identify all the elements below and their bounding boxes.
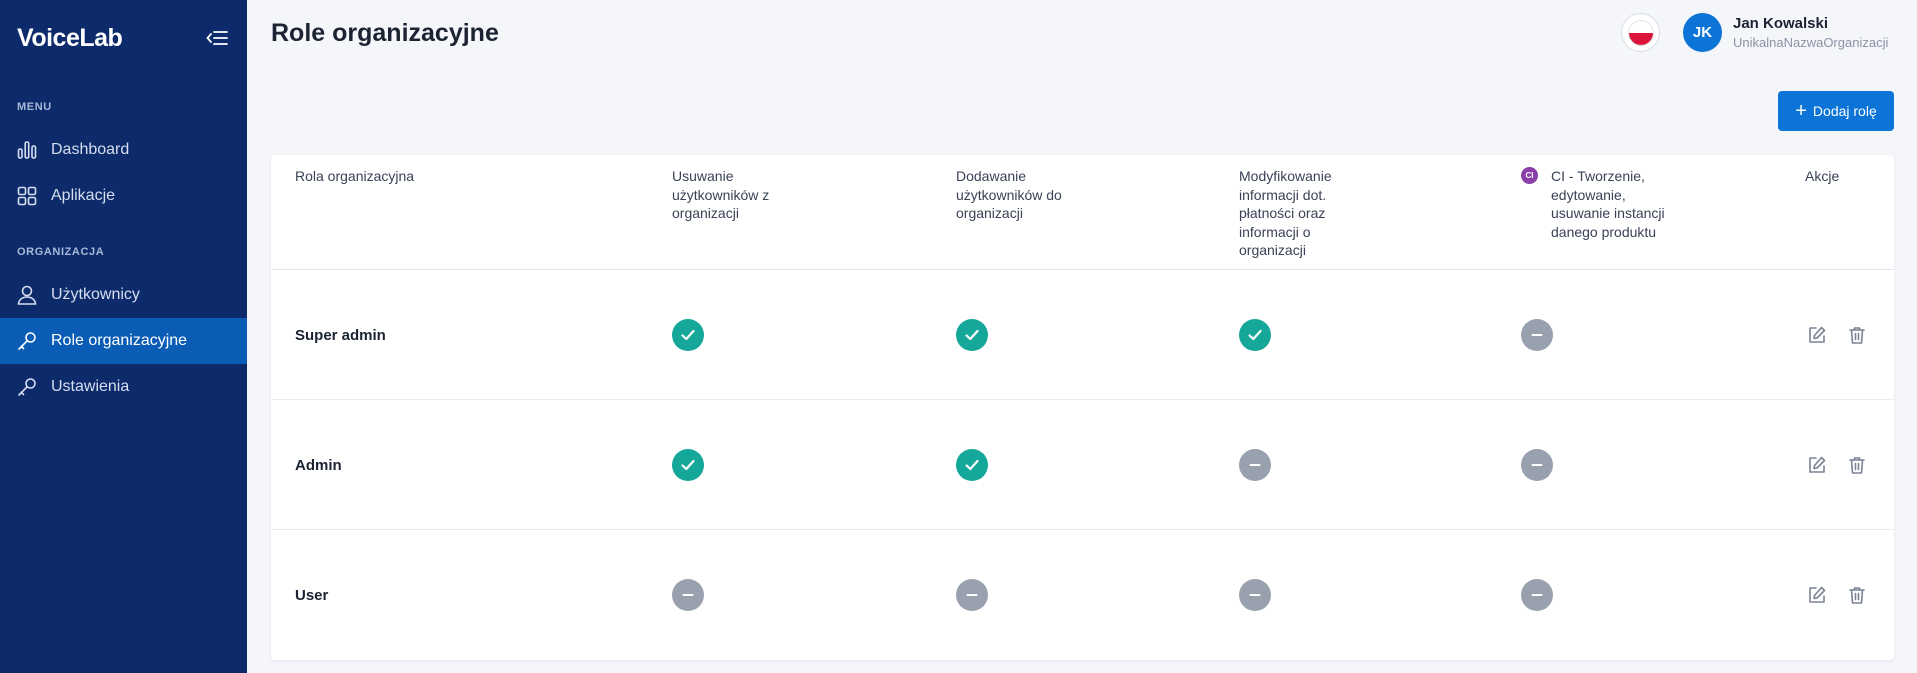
sidebar-item-label: Role organizacyjne xyxy=(51,332,188,349)
trash-icon[interactable] xyxy=(1845,453,1869,477)
organization-name: UnikalnaNazwaOrganizacji xyxy=(1733,35,1889,50)
language-switcher[interactable] xyxy=(1621,13,1660,52)
sidebar-item-label: Aplikacje xyxy=(51,187,116,204)
sidebar-item-label: Użytkownicy xyxy=(51,286,140,303)
role-name: User xyxy=(295,587,329,604)
column-header-actions: Akcje xyxy=(1805,168,1840,184)
avatar[interactable]: JK xyxy=(1683,13,1722,52)
sidebar-item-role-organizacyjne[interactable]: Role organizacyjne xyxy=(0,318,247,364)
row-divider xyxy=(271,529,1894,530)
denied-dash-icon xyxy=(1521,579,1553,611)
sidebar-item-ustawienia[interactable]: Ustawienia xyxy=(0,364,247,410)
denied-dash-icon xyxy=(956,579,988,611)
logo: VoiceLab xyxy=(17,24,123,52)
column-header-add-users: Dodawanie użytkowników do organizacji xyxy=(956,168,1062,221)
trash-icon[interactable] xyxy=(1845,323,1869,347)
user-icon xyxy=(17,285,37,305)
granted-check-icon xyxy=(672,319,704,351)
organization-section-label: ORGANIZACJA xyxy=(17,246,105,258)
sidebar-item-label: Ustawienia xyxy=(51,378,130,395)
key-icon xyxy=(17,331,37,351)
denied-dash-icon xyxy=(1521,449,1553,481)
granted-check-icon xyxy=(1239,319,1271,351)
header-divider xyxy=(271,269,1894,270)
add-role-button[interactable]: + Dodaj rolę xyxy=(1778,91,1894,131)
user-name[interactable]: Jan Kowalski xyxy=(1733,15,1828,32)
edit-icon[interactable] xyxy=(1805,323,1829,347)
granted-check-icon xyxy=(672,449,704,481)
role-name: Super admin xyxy=(295,327,386,344)
trash-icon[interactable] xyxy=(1845,583,1869,607)
plus-icon: + xyxy=(1795,100,1807,122)
denied-dash-icon xyxy=(1521,319,1553,351)
edit-icon[interactable] xyxy=(1805,583,1829,607)
sidebar: VoiceLab MENU Dashboard Aplikacje ORGANI… xyxy=(0,0,247,673)
sidebar-item-dashboard[interactable]: Dashboard xyxy=(0,127,247,173)
sidebar-item-uzytkownicy[interactable]: Użytkownicy xyxy=(0,272,247,318)
menu-section-label: MENU xyxy=(17,101,52,113)
flag-icon xyxy=(1627,19,1654,46)
granted-check-icon xyxy=(956,319,988,351)
column-header-ci-instances: CI - Tworzenie, edytowanie, usuwanie ins… xyxy=(1551,168,1665,240)
page-title: Role organizacyjne xyxy=(271,19,499,47)
sidebar-item-aplikacje[interactable]: Aplikacje xyxy=(0,173,247,219)
grid-icon xyxy=(17,186,37,206)
denied-dash-icon xyxy=(672,579,704,611)
key-icon xyxy=(17,377,37,397)
ci-product-badge: CI xyxy=(1521,167,1538,184)
role-name: Admin xyxy=(295,457,342,474)
roles-table: Rola organizacyjna Usuwanie użytkowników… xyxy=(271,155,1894,660)
column-header-delete-users: Usuwanie użytkowników z organizacji xyxy=(672,168,770,221)
row-divider xyxy=(271,399,1894,400)
column-header-modify-payment: Modyfikowanie informacji dot. płatności … xyxy=(1239,168,1332,258)
bar-chart-icon xyxy=(17,140,37,160)
collapse-sidebar-icon[interactable] xyxy=(203,27,231,49)
granted-check-icon xyxy=(956,449,988,481)
denied-dash-icon xyxy=(1239,579,1271,611)
add-role-label: Dodaj rolę xyxy=(1812,103,1877,119)
edit-icon[interactable] xyxy=(1805,453,1829,477)
sidebar-item-label: Dashboard xyxy=(51,141,130,158)
denied-dash-icon xyxy=(1239,449,1271,481)
column-header-role: Rola organizacyjna xyxy=(295,168,415,184)
